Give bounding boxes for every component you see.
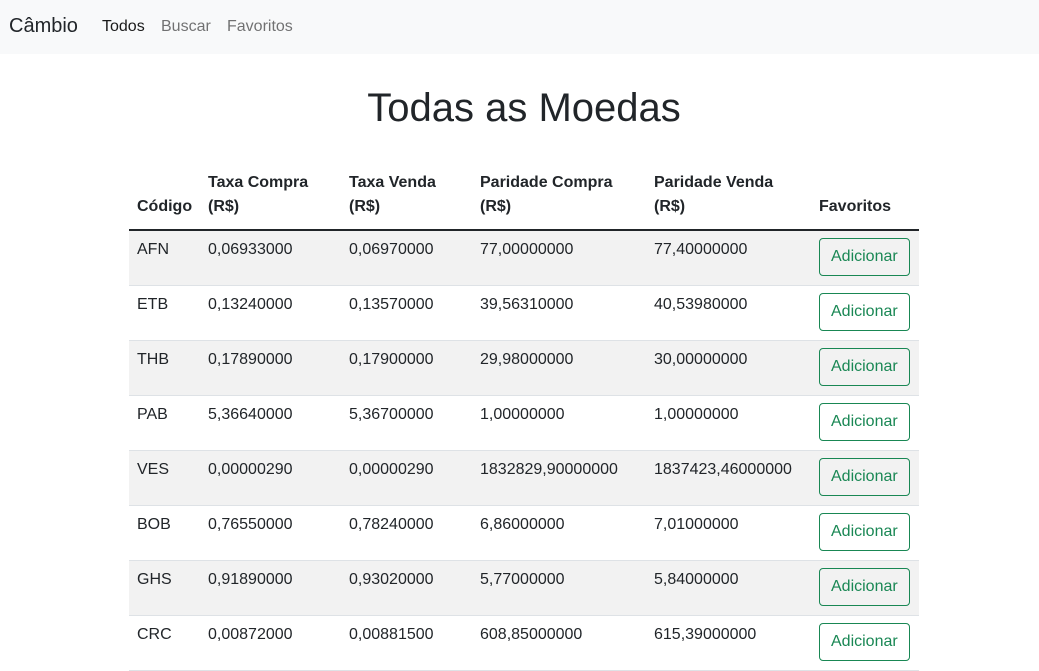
cell-taxa-venda: 0,93020000 [341, 560, 472, 616]
header-taxa-compra: Taxa Compra (R$) [200, 165, 341, 231]
currency-table: Código Taxa Compra (R$) Taxa Venda (R$) Pa… [129, 165, 919, 671]
cell-taxa-venda: 5,36700000 [341, 395, 472, 451]
cell-taxa-venda: 0,17900000 [341, 340, 472, 396]
cell-code: THB [129, 340, 200, 396]
cell-taxa-compra: 0,76550000 [200, 505, 341, 561]
header-row: Código Taxa Compra (R$) Taxa Venda (R$) Pa… [129, 165, 919, 231]
cell-paridade-venda: 40,53980000 [646, 285, 811, 341]
table-row: THB 0,17890000 0,17900000 29,98000000 30… [129, 340, 919, 396]
table-row: ETB 0,13240000 0,13570000 39,56310000 40… [129, 285, 919, 341]
cell-paridade-compra: 77,00000000 [472, 230, 646, 286]
header-taxa-venda-unit: (R$) [349, 198, 381, 215]
cell-taxa-venda: 0,78240000 [341, 505, 472, 561]
cell-paridade-compra: 1,00000000 [472, 395, 646, 451]
cell-favoritos: Adicionar [811, 505, 919, 561]
header-codigo-label: Código [137, 198, 193, 215]
cell-favoritos: Adicionar [811, 560, 919, 616]
add-favorite-button[interactable]: Adicionar [819, 567, 910, 606]
header-paridade-compra-label: Paridade Compra [480, 174, 613, 191]
table-body: AFN 0,06933000 0,06970000 77,00000000 77… [129, 230, 919, 671]
table-row: CRC 0,00872000 0,00881500 608,85000000 6… [129, 615, 919, 671]
add-favorite-button[interactable]: Adicionar [819, 292, 910, 331]
cell-taxa-venda: 0,06970000 [341, 230, 472, 286]
cell-code: ETB [129, 285, 200, 341]
cell-paridade-venda: 1837423,46000000 [646, 450, 811, 506]
table-row: VES 0,00000290 0,00000290 1832829,900000… [129, 450, 919, 506]
table-row: PAB 5,36640000 5,36700000 1,00000000 1,0… [129, 395, 919, 451]
cell-taxa-compra: 0,91890000 [200, 560, 341, 616]
cell-taxa-compra: 0,06933000 [200, 230, 341, 286]
cell-code: BOB [129, 505, 200, 561]
header-paridade-compra: Paridade Compra (R$) [472, 165, 646, 231]
cell-favoritos: Adicionar [811, 450, 919, 506]
cell-code: PAB [129, 395, 200, 451]
cell-paridade-venda: 7,01000000 [646, 505, 811, 561]
header-favoritos: Favoritos [811, 165, 919, 231]
header-taxa-venda: Taxa Venda (R$) [341, 165, 472, 231]
nav-link-todos[interactable]: Todos [102, 17, 145, 36]
cell-paridade-venda: 77,40000000 [646, 230, 811, 286]
add-favorite-button[interactable]: Adicionar [819, 402, 910, 441]
cell-code: AFN [129, 230, 200, 286]
cell-taxa-compra: 0,13240000 [200, 285, 341, 341]
page-title: Todas as Moedas [367, 86, 681, 130]
table-row: BOB 0,76550000 0,78240000 6,86000000 7,0… [129, 505, 919, 561]
cell-paridade-compra: 608,85000000 [472, 615, 646, 671]
cell-paridade-compra: 39,56310000 [472, 285, 646, 341]
cell-paridade-venda: 30,00000000 [646, 340, 811, 396]
header-paridade-venda-unit: (R$) [654, 198, 686, 215]
add-favorite-button[interactable]: Adicionar [819, 238, 910, 276]
cell-paridade-venda: 5,84000000 [646, 560, 811, 616]
cell-paridade-venda: 1,00000000 [646, 395, 811, 451]
cell-paridade-compra: 1832829,90000000 [472, 450, 646, 506]
cell-paridade-venda: 615,39000000 [646, 615, 811, 671]
cell-taxa-venda: 0,00881500 [341, 615, 472, 671]
cell-taxa-venda: 0,13570000 [341, 285, 472, 341]
table-row: GHS 0,91890000 0,93020000 5,77000000 5,8… [129, 560, 919, 616]
cell-taxa-compra: 5,36640000 [200, 395, 341, 451]
header-paridade-compra-unit: (R$) [480, 198, 512, 215]
header-codigo: Código [129, 165, 200, 231]
cell-code: VES [129, 450, 200, 506]
cell-paridade-compra: 6,86000000 [472, 505, 646, 561]
cell-taxa-compra: 0,17890000 [200, 340, 341, 396]
cell-favoritos: Adicionar [811, 285, 919, 341]
add-favorite-button[interactable]: Adicionar [819, 347, 910, 386]
brand-link[interactable]: Câmbio [9, 14, 78, 38]
nav-link-favoritos[interactable]: Favoritos [227, 17, 293, 36]
nav-link-buscar[interactable]: Buscar [161, 17, 211, 36]
header-favoritos-label: Favoritos [819, 198, 892, 215]
add-favorite-button[interactable]: Adicionar [819, 457, 910, 496]
cell-taxa-venda: 0,00000290 [341, 450, 472, 506]
header-paridade-venda-label: Paridade Venda [654, 174, 774, 191]
header-taxa-compra-label: Taxa Compra [208, 174, 309, 191]
add-favorite-button[interactable]: Adicionar [819, 512, 910, 551]
cell-paridade-compra: 5,77000000 [472, 560, 646, 616]
table-header: Código Taxa Compra (R$) Taxa Venda (R$) Pa… [129, 165, 919, 231]
header-taxa-venda-label: Taxa Venda [349, 174, 436, 191]
cell-paridade-compra: 29,98000000 [472, 340, 646, 396]
cell-favoritos: Adicionar [811, 615, 919, 671]
table-row: AFN 0,06933000 0,06970000 77,00000000 77… [129, 230, 919, 286]
add-favorite-button[interactable]: Adicionar [819, 622, 910, 661]
cell-favoritos: Adicionar [811, 395, 919, 451]
navbar: Câmbio Todos Buscar Favoritos [0, 0, 1039, 54]
cell-taxa-compra: 0,00000290 [200, 450, 341, 506]
cell-favoritos: Adicionar [811, 230, 919, 286]
header-taxa-compra-unit: (R$) [208, 198, 240, 215]
cell-favoritos: Adicionar [811, 340, 919, 396]
header-paridade-venda: Paridade Venda (R$) [646, 165, 811, 231]
cell-code: GHS [129, 560, 200, 616]
cell-taxa-compra: 0,00872000 [200, 615, 341, 671]
cell-code: CRC [129, 615, 200, 671]
